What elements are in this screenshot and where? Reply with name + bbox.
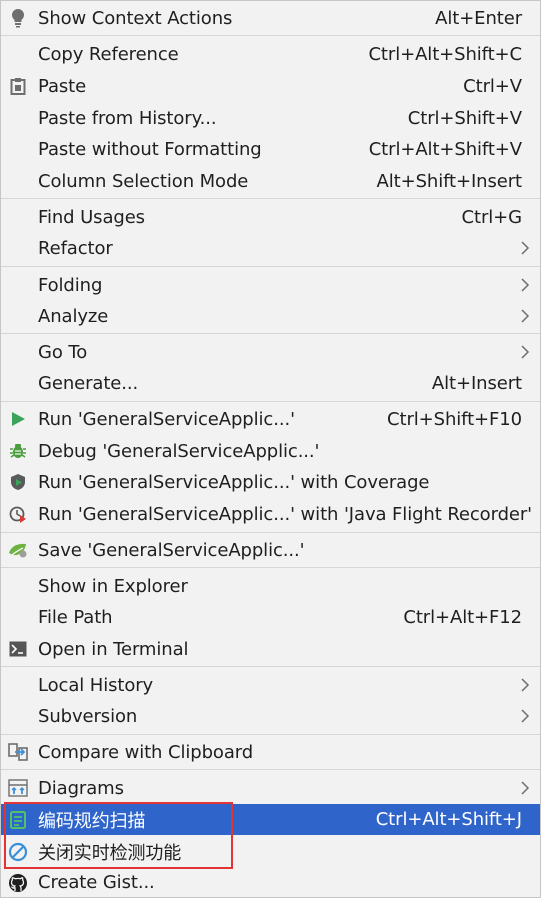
forbidden-icon (7, 841, 29, 863)
chevron-right-icon (521, 709, 530, 723)
menu-item-shortcut: Ctrl+Shift+F10 (387, 408, 522, 430)
menu-item-shortcut: Ctrl+Shift+V (407, 107, 522, 129)
menu-item-label: Find Usages (38, 206, 145, 228)
menu-item-label: Open in Terminal (38, 638, 189, 660)
chevron-right-icon (521, 241, 530, 255)
menu-item-label: Debug 'GeneralServiceApplic...' (38, 440, 320, 462)
run-icon (7, 408, 29, 430)
menu-item-label: Diagrams (38, 777, 124, 799)
menu-separator (1, 666, 540, 667)
menu-separator (1, 734, 540, 735)
menu-separator (1, 35, 540, 36)
menu-item-label: Local History (38, 674, 154, 696)
menu-item-label: Refactor (38, 237, 113, 259)
menu-item-label: Column Selection Mode (38, 170, 249, 192)
menu-item-shortcut: Ctrl+Alt+Shift+J (375, 809, 522, 830)
menu-item-shortcut: Ctrl+Alt+Shift+C (368, 43, 522, 65)
menu-separator (1, 769, 540, 770)
menu-separator (1, 266, 540, 267)
bug-icon (7, 440, 29, 462)
chevron-right-icon (521, 309, 530, 323)
menu-item-label: Compare with Clipboard (38, 741, 254, 763)
context-menu: Show Context Actions Alt+Enter Copy Refe… (0, 0, 541, 898)
menu-item-shortcut: Alt+Shift+Insert (376, 170, 523, 192)
menu-item-label: Analyze (38, 305, 109, 327)
menu-item-shortcut: Ctrl+Alt+F12 (403, 606, 522, 628)
menu-item-label: Copy Reference (38, 43, 179, 65)
menu-item-diagrams[interactable]: Diagrams (1, 772, 540, 804)
github-icon (7, 872, 29, 894)
menu-item-shortcut: Ctrl+Alt+Shift+V (368, 138, 522, 160)
coverage-icon (7, 471, 29, 493)
menu-item-shortcut: Ctrl+G (461, 206, 523, 228)
menu-item-paste-from-history[interactable]: Paste from History... Ctrl+Shift+V (1, 102, 540, 134)
spring-icon (7, 539, 29, 561)
menu-item-label: File Path (38, 606, 113, 628)
menu-item-label: Folding (38, 274, 103, 296)
menu-separator (1, 198, 540, 199)
menu-separator (1, 333, 540, 334)
menu-item-analyze[interactable]: Analyze (1, 300, 540, 332)
chevron-right-icon (521, 278, 530, 292)
menu-separator (1, 567, 540, 568)
menu-item-label: Generate... (38, 372, 139, 394)
menu-item-generate[interactable]: Generate... Alt+Insert (1, 367, 540, 399)
menu-item-debug[interactable]: Debug 'GeneralServiceApplic...' (1, 435, 540, 467)
menu-item-go-to[interactable]: Go To (1, 336, 540, 368)
menu-item-label: Show Context Actions (38, 7, 233, 29)
menu-item-label: 关闭实时检测功能 (38, 842, 182, 864)
menu-item-folding[interactable]: Folding (1, 269, 540, 301)
menu-item-file-path[interactable]: File Path Ctrl+Alt+F12 (1, 601, 540, 633)
menu-item-save-config[interactable]: Save 'GeneralServiceApplic...' (1, 534, 540, 566)
menu-item-shortcut: Ctrl+V (463, 75, 522, 97)
menu-item-code-scan[interactable]: 编码规约扫描 Ctrl+Alt+Shift+J (1, 804, 540, 835)
profiler-icon (7, 503, 29, 525)
menu-item-run-with-coverage[interactable]: Run 'GeneralServiceApplic...' with Cover… (1, 466, 540, 498)
menu-item-local-history[interactable]: Local History (1, 669, 540, 701)
menu-item-label: Save 'GeneralServiceApplic...' (38, 539, 305, 561)
menu-item-label: Subversion (38, 705, 138, 727)
menu-item-disable-realtime-check[interactable]: 关闭实时检测功能 (1, 835, 540, 868)
menu-item-subversion[interactable]: Subversion (1, 700, 540, 732)
menu-item-show-context-actions[interactable]: Show Context Actions Alt+Enter (1, 2, 540, 34)
menu-item-label: Show in Explorer (38, 575, 188, 597)
menu-item-shortcut: Alt+Enter (435, 7, 522, 29)
menu-item-label: Paste from History... (38, 107, 217, 129)
menu-item-label: Paste (38, 75, 87, 97)
menu-item-refactor[interactable]: Refactor (1, 232, 540, 264)
menu-item-find-usages[interactable]: Find Usages Ctrl+G (1, 201, 540, 233)
menu-item-label: Go To (38, 341, 88, 363)
menu-item-label: Run 'GeneralServiceApplic...' (38, 408, 295, 430)
menu-item-copy-reference[interactable]: Copy Reference Ctrl+Alt+Shift+C (1, 38, 540, 70)
menu-item-show-in-explorer[interactable]: Show in Explorer (1, 570, 540, 602)
chevron-right-icon (521, 781, 530, 795)
menu-item-run[interactable]: Run 'GeneralServiceApplic...' Ctrl+Shift… (1, 403, 540, 435)
menu-item-run-with-jfr[interactable]: Run 'GeneralServiceApplic...' with 'Java… (1, 498, 540, 530)
menu-item-paste[interactable]: Paste Ctrl+V (1, 70, 540, 102)
menu-item-paste-without-formatting[interactable]: Paste without Formatting Ctrl+Alt+Shift+… (1, 133, 540, 165)
menu-item-label: Run 'GeneralServiceApplic...' with Cover… (38, 471, 430, 493)
chevron-right-icon (521, 678, 530, 692)
clipboard-icon (7, 75, 29, 97)
lightbulb-icon (7, 7, 29, 29)
menu-item-shortcut: Alt+Insert (431, 372, 522, 394)
menu-separator (1, 532, 540, 533)
terminal-icon (7, 638, 29, 660)
menu-item-label: Create Gist... (38, 872, 155, 893)
menu-item-create-gist[interactable]: Create Gist... (1, 867, 540, 898)
scan-icon (7, 809, 29, 831)
menu-item-compare-with-clipboard[interactable]: Compare with Clipboard (1, 736, 540, 768)
menu-item-open-in-terminal[interactable]: Open in Terminal (1, 633, 540, 665)
menu-item-label: Run 'GeneralServiceApplic...' with 'Java… (38, 503, 533, 525)
chevron-right-icon (521, 345, 530, 359)
menu-item-label: Paste without Formatting (38, 138, 262, 160)
menu-item-column-selection-mode[interactable]: Column Selection Mode Alt+Shift+Insert (1, 165, 540, 197)
compare-icon (7, 741, 29, 763)
menu-item-label: 编码规约扫描 (38, 810, 146, 832)
diagram-icon (7, 777, 29, 799)
menu-separator (1, 401, 540, 402)
